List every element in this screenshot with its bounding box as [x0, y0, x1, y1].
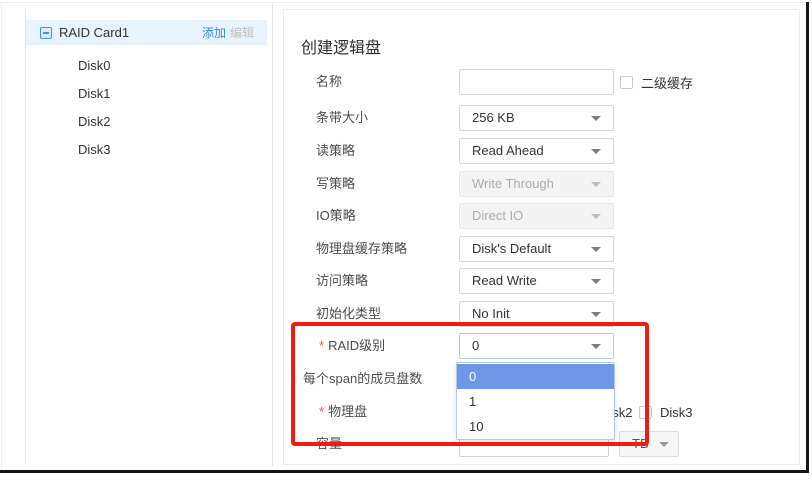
raid-card-label: RAID Card1	[59, 25, 129, 40]
frame-edge-bottom	[0, 470, 809, 473]
chevron-down-icon	[591, 116, 601, 121]
collapse-minus-icon[interactable]	[40, 27, 52, 39]
sidebar-item-disk0[interactable]: Disk0	[78, 57, 111, 75]
io-policy-value: Direct IO	[472, 208, 523, 223]
sidebar-item-disk3[interactable]: Disk3	[78, 141, 111, 159]
chevron-down-icon	[591, 182, 601, 187]
io-policy-label: IO策略	[316, 203, 356, 229]
capacity-unit-value: TB	[632, 436, 649, 451]
raid-level-select[interactable]: 0	[459, 333, 614, 359]
physical-disks-label-text: 物理盘	[328, 404, 367, 419]
chevron-down-icon	[591, 149, 601, 154]
init-type-select[interactable]: No Init	[459, 301, 614, 327]
row-read-policy: 读策略 Read Ahead	[284, 138, 799, 164]
disk3-checkbox[interactable]	[639, 406, 652, 419]
chevron-down-icon	[591, 344, 601, 349]
pd-cache-policy-label: 物理盘缓存策略	[316, 236, 407, 262]
frame-edge-left	[1, 2, 2, 471]
edit-link[interactable]: 编辑	[230, 24, 254, 41]
stripe-size-value: 256 KB	[472, 110, 515, 125]
sidebar-item-disk2[interactable]: Disk2	[78, 113, 111, 131]
raid-level-option-10[interactable]: 10	[457, 414, 614, 439]
row-stripe-size: 条带大小 256 KB	[284, 105, 799, 131]
chevron-down-icon	[659, 442, 669, 447]
raid-level-label-text: RAID级别	[328, 338, 385, 353]
raid-level-label: * RAID级别	[319, 333, 385, 359]
disk3-checkbox-label: Disk3	[660, 405, 693, 420]
write-policy-value: Write Through	[472, 176, 554, 191]
chevron-down-icon	[591, 247, 601, 252]
capacity-unit-select[interactable]: TB	[619, 431, 679, 457]
read-policy-value: Read Ahead	[472, 143, 544, 158]
read-policy-label: 读策略	[316, 138, 355, 164]
write-policy-select: Write Through	[459, 171, 614, 197]
stripe-size-label: 条带大小	[316, 105, 368, 131]
access-policy-label: 访问策略	[316, 268, 368, 294]
access-policy-select[interactable]: Read Write	[459, 268, 614, 294]
frame-edge-right	[806, 2, 809, 473]
io-policy-select: Direct IO	[459, 203, 614, 229]
secondary-cache-checkbox[interactable]	[620, 76, 633, 89]
init-type-value: No Init	[472, 306, 510, 321]
secondary-cache-label: 二级缓存	[641, 73, 693, 92]
span-members-label: 每个span的成员盘数	[303, 366, 422, 392]
chevron-down-icon	[591, 214, 601, 219]
stripe-size-select[interactable]: 256 KB	[459, 105, 614, 131]
access-policy-value: Read Write	[472, 273, 537, 288]
required-asterisk: *	[319, 404, 324, 419]
frame-edge-top	[0, 2, 812, 3]
raid-level-value: 0	[472, 338, 479, 353]
row-pd-cache-policy: 物理盘缓存策略 Disk's Default	[284, 236, 799, 262]
name-input[interactable]	[459, 69, 614, 95]
page-title: 创建逻辑盘	[301, 34, 381, 58]
pd-cache-policy-select[interactable]: Disk's Default	[459, 236, 614, 262]
add-link[interactable]: 添加	[202, 24, 226, 41]
chevron-down-icon	[591, 312, 601, 317]
physical-disks-label: * 物理盘	[319, 399, 367, 425]
secondary-cache-option: 二级缓存	[620, 69, 693, 95]
required-asterisk: *	[319, 338, 324, 353]
row-name: 名称 二级缓存	[284, 69, 799, 95]
name-label: 名称	[316, 69, 342, 95]
pd-cache-policy-value: Disk's Default	[472, 241, 551, 256]
chevron-down-icon	[591, 279, 601, 284]
sidebar-divider	[272, 4, 273, 466]
disk3-checkbox-item: Disk3	[639, 405, 699, 420]
row-write-policy: 写策略 Write Through	[284, 171, 799, 197]
create-logical-disk-panel: 创建逻辑盘 名称 二级缓存 条带大小 256 KB 读策略 Read Ahead	[283, 9, 800, 465]
sidebar-left-border	[25, 8, 26, 464]
capacity-label: 容量	[316, 431, 342, 457]
row-io-policy: IO策略 Direct IO	[284, 203, 799, 229]
sidebar-item-raid-card[interactable]: RAID Card1 添加 编辑	[26, 20, 267, 45]
row-init-type: 初始化类型 No Init	[284, 301, 799, 327]
sidebar-item-disk1[interactable]: Disk1	[78, 85, 111, 103]
row-access-policy: 访问策略 Read Write	[284, 268, 799, 294]
raid-config-screen: RAID Card1 添加 编辑 Disk0 Disk1 Disk2 Disk3…	[0, 0, 812, 479]
raid-level-option-1[interactable]: 1	[457, 389, 614, 414]
row-raid-level: * RAID级别 0	[284, 333, 799, 359]
init-type-label: 初始化类型	[316, 301, 381, 327]
raid-level-dropdown-list: 0 1 10	[456, 362, 615, 440]
raid-level-option-0[interactable]: 0	[457, 364, 614, 389]
read-policy-select[interactable]: Read Ahead	[459, 138, 614, 164]
write-policy-label: 写策略	[316, 171, 355, 197]
